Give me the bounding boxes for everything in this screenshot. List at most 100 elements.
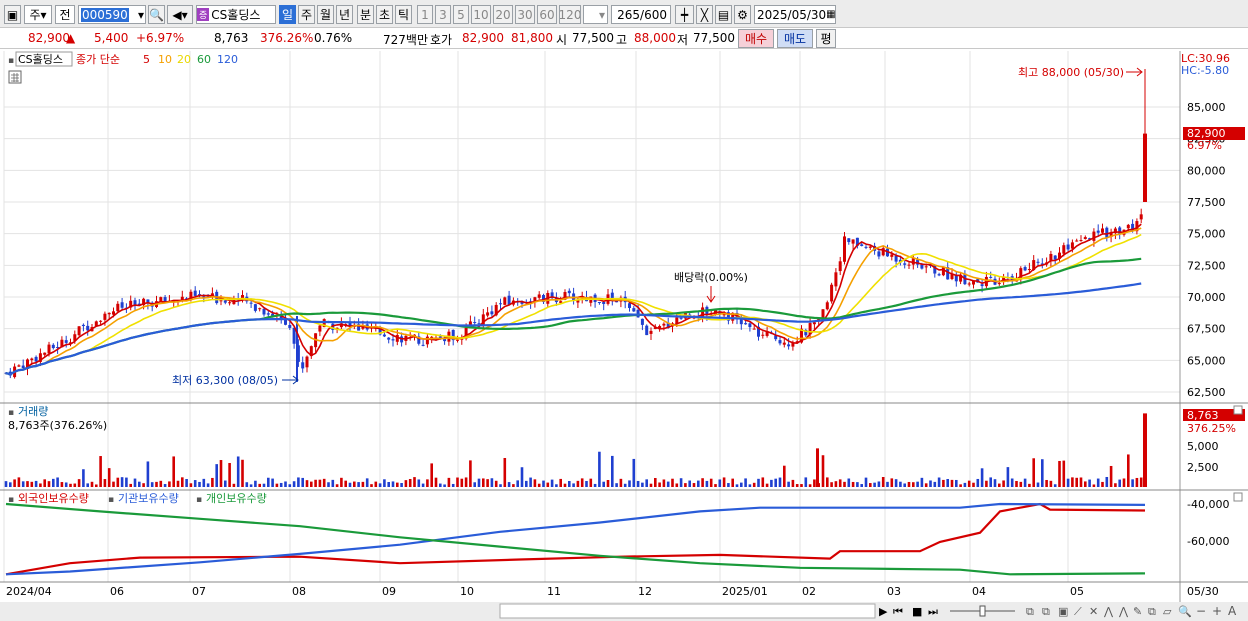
volume-bar xyxy=(722,477,726,487)
forward-icon[interactable]: ⏭ xyxy=(928,605,938,618)
zoom-icon[interactable]: 🔍 xyxy=(1178,604,1192,618)
volume-bar xyxy=(787,481,790,487)
text-tool-icon[interactable]: ▱ xyxy=(1163,605,1172,618)
volume-bar xyxy=(1019,481,1023,487)
sell-button[interactable]: 매도 xyxy=(777,29,813,48)
tab-week[interactable]: 주 xyxy=(298,5,315,24)
volume-bar xyxy=(421,483,425,487)
volume-bar xyxy=(950,479,954,487)
high-price: 88,000 xyxy=(634,31,676,45)
volume-bar xyxy=(249,484,253,487)
count-field[interactable]: 265/600 xyxy=(611,5,671,24)
volume-bar xyxy=(348,482,352,487)
tab-day[interactable]: 일 xyxy=(279,5,296,24)
trend-line-icon[interactable]: ⟋ xyxy=(1074,605,1082,618)
candle-type-icon[interactable]: ┿ xyxy=(675,5,694,24)
volume-bar xyxy=(202,478,206,487)
gear-icon[interactable]: ⚙ xyxy=(734,5,751,24)
candle-body xyxy=(305,356,309,368)
minute-5[interactable]: 5 xyxy=(453,5,469,24)
volume-pct: 376.26% xyxy=(260,31,314,45)
tab-second[interactable]: 초 xyxy=(376,5,393,24)
holdings-panel-close-icon[interactable] xyxy=(1233,492,1243,502)
speaker-icon[interactable]: ◀▾ xyxy=(167,5,193,24)
shape-icon[interactable]: ⧉ xyxy=(1148,605,1156,618)
minute-3[interactable]: 3 xyxy=(435,5,451,24)
holdings-tick-60000: -60,000 xyxy=(1187,535,1229,548)
copy-icon[interactable]: ⧉ xyxy=(1026,605,1034,618)
wave-icon[interactable]: ⋀ xyxy=(1118,605,1129,618)
volume-bar xyxy=(400,483,403,487)
volume-bar xyxy=(697,480,700,487)
candle-body xyxy=(503,297,507,305)
volume-bar xyxy=(791,479,795,487)
ask-price: 82,900 xyxy=(462,31,504,45)
legend-ma-60: 60 xyxy=(197,53,211,66)
tab-year[interactable]: 년 xyxy=(336,5,353,24)
custom-minute-select[interactable]: ▾ xyxy=(583,5,608,24)
volume-bar xyxy=(284,481,287,487)
candle-body xyxy=(107,312,111,315)
nav-button[interactable]: 전 xyxy=(55,5,75,24)
x-axis-label: 12 xyxy=(638,585,652,598)
draw-tool-icon[interactable]: ╳ xyxy=(696,5,713,24)
crosshair-icon[interactable]: ✕ xyxy=(1089,605,1098,618)
calendar-icon[interactable]: ▦ xyxy=(826,9,835,20)
volume-bar xyxy=(107,468,111,487)
volume-bar xyxy=(615,483,618,487)
current-price: 82,900 xyxy=(28,31,70,45)
zoom-out-icon[interactable]: − xyxy=(1196,604,1206,618)
x-axis-right-date: 05/30 xyxy=(1187,585,1219,598)
zoom-in-icon[interactable]: + xyxy=(1212,604,1222,618)
volume-bar xyxy=(146,461,150,487)
search-icon[interactable]: 🔍 xyxy=(148,5,165,24)
minute-120[interactable]: 120 xyxy=(559,5,581,24)
holdings-bullet-2: ▪ xyxy=(108,495,114,505)
horizontal-scrollbar[interactable] xyxy=(499,603,876,619)
open-price: 77,500 xyxy=(572,31,614,45)
period-select[interactable]: 주 ▾ xyxy=(24,5,52,24)
tab-tick[interactable]: 틱 xyxy=(395,5,412,24)
window-icon[interactable]: ⧉ xyxy=(1042,605,1050,618)
stock-name: CS홀딩스 xyxy=(211,8,261,22)
tab-month[interactable]: 월 xyxy=(317,5,334,24)
bid-price: 81,800 xyxy=(511,31,553,45)
stock-code-input[interactable]: 000590 ▾ xyxy=(78,5,146,24)
draw-icon[interactable]: ✎ xyxy=(1133,605,1142,618)
volume-bar xyxy=(666,481,670,487)
font-size-icon[interactable]: A xyxy=(1228,604,1237,618)
layout-icon[interactable]: ▣ xyxy=(1058,605,1068,618)
volume-bar xyxy=(1084,481,1087,487)
volume-bar xyxy=(735,484,739,487)
candle-body xyxy=(941,267,945,276)
stock-name-field[interactable]: 증 CS홀딩스 xyxy=(196,5,276,24)
stop-icon[interactable]: ■ xyxy=(912,605,922,618)
minute-60[interactable]: 60 xyxy=(537,5,557,24)
buy-button[interactable]: 매수 xyxy=(738,29,774,48)
scroll-right-icon[interactable]: ▶ xyxy=(879,605,888,618)
minute-10[interactable]: 10 xyxy=(471,5,491,24)
tab-minute[interactable]: 분 xyxy=(357,5,374,24)
minute-30[interactable]: 30 xyxy=(515,5,535,24)
pattern-icon[interactable]: ⋀ xyxy=(1103,605,1114,618)
stock-chart[interactable]: CS홀딩스 ▪ 종가 단순 5 10 20 60 120 LC:30.96 HC… xyxy=(0,49,1248,621)
save-icon[interactable]: ▤ xyxy=(715,5,732,24)
volume-bar xyxy=(1131,479,1134,487)
volume-bar xyxy=(869,483,872,487)
minute-1[interactable]: 1 xyxy=(417,5,433,24)
volume-panel-close-icon[interactable] xyxy=(1233,405,1243,415)
chart-menu-icon[interactable]: ▣ xyxy=(4,5,21,24)
holdings-individual-label: 개인보유수량 xyxy=(206,492,267,505)
zoom-slider-thumb[interactable] xyxy=(979,605,986,617)
volume-legend-bullet: ▪ xyxy=(8,408,14,418)
rewind-icon[interactable]: ⏮ xyxy=(893,605,903,618)
x-axis-label: 02 xyxy=(802,585,816,598)
x-axis-label: 04 xyxy=(972,585,986,598)
candle-body xyxy=(486,312,490,316)
date-field[interactable]: 2025/05/30 ▦ xyxy=(754,5,836,24)
volume-bar xyxy=(168,481,171,487)
minute-20[interactable]: 20 xyxy=(493,5,513,24)
average-button[interactable]: 평 xyxy=(816,29,836,48)
price-tick-label: 77,500 xyxy=(1187,196,1226,209)
volume-bar xyxy=(215,464,218,487)
